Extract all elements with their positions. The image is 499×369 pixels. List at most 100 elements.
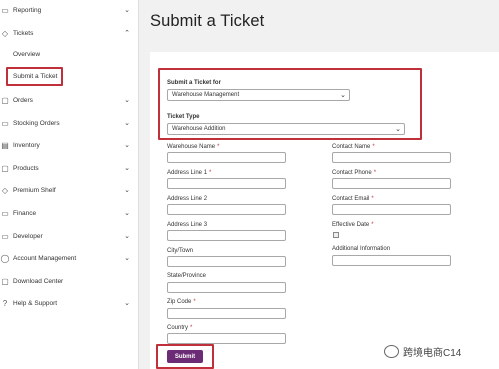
chevron-down-icon: ⌄ [124,210,130,217]
sidebar-item-label: Help & Support [13,299,58,307]
chevron-up-icon: ⌃ [124,30,130,37]
address-line-3-label: Address Line 3 [167,222,209,228]
field-label-text: Address Line 1 [167,170,208,176]
sidebar-item-label: Download Center [13,277,64,285]
sidebar: ▭ Reporting ⌄ ◇ Tickets ⌃ Overview Submi… [0,0,139,369]
contact-phone-field[interactable] [332,178,451,189]
products-icon: ▢ [1,163,9,173]
sidebar-item-stocking-orders[interactable]: ▭ Stocking Orders ⌄ [0,114,139,132]
sidebar-item-label: Account Management [13,254,77,262]
chevron-down-icon: ⌄ [124,187,130,194]
contact-phone-label: Contact Phone * [332,170,376,176]
address-line-1-label: Address Line 1 * [167,170,211,176]
highlight-box-ticket-selection [158,68,422,140]
field-label-text: Warehouse Name [167,144,216,150]
sidebar-item-label: Finance [13,209,37,217]
country-label: Country * [167,325,192,331]
field-label-text: Additional Information [332,246,391,252]
highlight-box-submit-button [156,344,214,369]
field-label-text: Address Line 3 [167,222,208,228]
sidebar-item-download-center[interactable]: ▢ Download Center [0,272,139,290]
additional-info-field[interactable] [332,255,451,266]
sidebar-subitem-overview[interactable]: Overview [13,51,40,58]
page-title: Submit a Ticket [150,12,265,30]
sidebar-item-inventory[interactable]: ▤ Inventory ⌄ [0,136,139,154]
chevron-down-icon: ⌄ [124,142,130,149]
reporting-icon: ▭ [1,5,9,15]
field-label-text: City/Town [167,248,194,254]
zip-code-label: Zip Code * [167,299,196,305]
contact-name-label: Contact Name * [332,144,375,150]
finance-icon: ▭ [1,208,9,218]
developer-icon: ▭ [1,231,9,241]
contact-name-field[interactable] [332,152,451,163]
required-marker: * [371,196,374,202]
address-line-3-field[interactable] [167,230,286,241]
field-label-text: Effective Date [332,222,370,228]
required-marker: * [190,325,193,331]
field-label-text: Zip Code [167,299,192,305]
effective-date-label: Effective Date * [332,222,374,228]
chevron-down-icon: ⌄ [124,300,130,307]
address-line-1-field[interactable] [167,178,286,189]
sidebar-item-label: Stocking Orders [13,119,60,127]
inventory-icon: ▤ [1,140,9,150]
required-marker: * [217,144,220,150]
watermark-text: 跨境电商C14 [403,348,462,359]
state-province-label: State/Province [167,273,208,279]
sidebar-item-label: Orders [13,96,33,104]
chevron-down-icon: ⌄ [124,97,130,104]
wechat-icon [384,345,399,358]
sidebar-item-premium-shelf[interactable]: ◇ Premium Shelf ⌄ [0,181,139,199]
chevron-down-icon: ⌄ [124,165,130,172]
required-marker: * [371,222,374,228]
chevron-down-icon: ⌄ [124,255,130,262]
required-marker: * [209,170,212,176]
field-label-text: Contact Phone [332,170,372,176]
sidebar-item-label: Products [13,164,39,172]
download-icon: ▢ [1,276,9,286]
address-line-2-label: Address Line 2 [167,196,209,202]
additional-info-label: Additional Information [332,246,392,252]
sidebar-item-tickets[interactable]: ◇ Tickets ⌃ [0,24,139,42]
contact-email-field[interactable] [332,204,451,215]
watermark: 跨境电商C14 [384,344,461,359]
sidebar-item-products[interactable]: ▢ Products ⌄ [0,159,139,177]
contact-email-label: Contact Email * [332,196,374,202]
truck-icon: ▭ [1,118,9,128]
tag-icon: ◇ [1,28,9,38]
chevron-down-icon: ⌄ [124,7,130,14]
sidebar-item-orders[interactable]: ▢ Orders ⌄ [0,91,139,109]
address-line-2-field[interactable] [167,204,286,215]
sidebar-item-developer[interactable]: ▭ Developer ⌄ [0,227,139,245]
help-icon: ? [2,298,8,308]
zip-code-field[interactable] [167,308,286,319]
field-label-text: Address Line 2 [167,196,208,202]
city-town-label: City/Town [167,248,195,254]
warehouse-name-label: Warehouse Name * [167,144,219,150]
sidebar-item-reporting[interactable]: ▭ Reporting ⌄ [0,1,139,19]
required-marker: * [372,144,375,150]
sidebar-item-account-management[interactable]: ◯ Account Management ⌄ [0,249,139,267]
sidebar-item-finance[interactable]: ▭ Finance ⌄ [0,204,139,222]
sidebar-item-label: Inventory [13,141,40,149]
chevron-down-icon: ⌄ [124,233,130,240]
country-field[interactable] [167,333,286,344]
field-label-text: Contact Email [332,196,370,202]
user-icon: ◯ [0,253,10,263]
warehouse-name-field[interactable] [167,152,286,163]
state-province-field[interactable] [167,282,286,293]
required-marker: * [193,299,196,305]
sidebar-item-help-support[interactable]: ? Help & Support ⌄ [0,294,139,312]
highlight-box-submit-ticket [6,67,63,86]
field-label-text: Country [167,325,189,331]
effective-date-checkbox[interactable] [333,232,339,238]
sidebar-item-label: Premium Shelf [13,186,56,194]
field-label-text: State/Province [167,273,207,279]
chevron-down-icon: ⌄ [124,120,130,127]
sidebar-item-label: Tickets [13,29,34,37]
city-town-field[interactable] [167,256,286,267]
field-label-text: Contact Name [332,144,371,150]
sidebar-item-label: Reporting [13,6,42,14]
orders-icon: ▢ [1,95,9,105]
